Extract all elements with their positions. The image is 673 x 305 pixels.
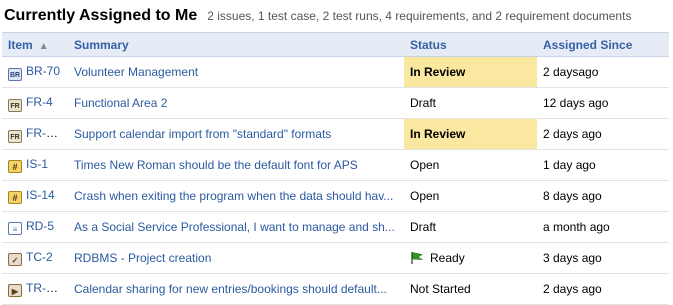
issue-icon: # bbox=[8, 191, 22, 204]
column-header-assigned-since-label: Assigned Since bbox=[543, 37, 633, 52]
item-link[interactable]: FR-4 bbox=[26, 95, 53, 109]
table-row: # IS-1 Times New Roman should be the defa… bbox=[2, 149, 669, 181]
status-cell: Open bbox=[404, 149, 537, 181]
summary-link[interactable]: Support calendar import from "standard" … bbox=[74, 127, 331, 141]
ready-flag-icon bbox=[411, 252, 424, 264]
test-case-icon: ✓ bbox=[8, 253, 22, 266]
status-label: Ready bbox=[430, 251, 465, 265]
sort-ascending-icon: ▲ bbox=[38, 40, 49, 52]
column-header-assigned-since[interactable]: Assigned Since bbox=[537, 32, 669, 57]
requirement-icon: FR bbox=[8, 98, 22, 112]
requirement-document-icon: BR bbox=[8, 67, 22, 81]
status-cell: In Review bbox=[404, 56, 537, 88]
widget-title: Currently Assigned to Me bbox=[4, 7, 198, 24]
summary-link[interactable]: Functional Area 2 bbox=[74, 96, 167, 110]
assigned-since-cell: 3 days ago bbox=[537, 242, 669, 274]
summary-link[interactable]: RDBMS - Project creation bbox=[74, 251, 211, 265]
test-run-icon: ▶ bbox=[8, 284, 22, 297]
widget-summary: 2 issues, 1 test case, 2 test runs, 4 re… bbox=[207, 9, 632, 23]
summary-link[interactable]: Times New Roman should be the default fo… bbox=[74, 158, 358, 172]
requirement-document-icon: ≡ bbox=[8, 222, 22, 235]
item-link[interactable]: RD-5 bbox=[26, 219, 54, 233]
column-header-status-label: Status bbox=[410, 37, 447, 52]
item-link[interactable]: FR-1... bbox=[26, 126, 63, 140]
assigned-since-cell: a month ago bbox=[537, 211, 669, 243]
table-row: FR FR-4 Functional Area 2 Draft 12 days a… bbox=[2, 87, 669, 119]
column-header-item-label: Item bbox=[8, 37, 33, 52]
item-link[interactable]: TC-2 bbox=[26, 250, 53, 264]
assigned-since-cell: 2 days ago bbox=[537, 118, 669, 150]
summary-link[interactable]: As a Social Service Professional, I want… bbox=[74, 220, 395, 234]
table-row: BR BR-70 Volunteer Management In Review 2… bbox=[2, 56, 669, 88]
widget-header: Currently Assigned to Me 2 issues, 1 tes… bbox=[0, 0, 673, 32]
status-cell: Ready bbox=[404, 242, 537, 274]
item-link[interactable]: TR-1... bbox=[26, 281, 63, 295]
assigned-since-cell: 1 day ago bbox=[537, 149, 669, 181]
assigned-since-cell: 8 days ago bbox=[537, 180, 669, 212]
table-row: FR FR-1... Support calendar import from "… bbox=[2, 118, 669, 150]
summary-link[interactable]: Crash when exiting the program when the … bbox=[74, 189, 393, 203]
column-header-summary[interactable]: Summary bbox=[68, 32, 404, 57]
table-row: # IS-14 Crash when exiting the program wh… bbox=[2, 180, 669, 212]
table-row: ✓ TC-2 RDBMS - Project creation Ready 3 d… bbox=[2, 242, 669, 274]
table-row: ≡ RD-5 As a Social Service Professional, … bbox=[2, 211, 669, 243]
status-cell: In Review bbox=[404, 118, 537, 150]
assigned-items-table: Item ▲ Summary Status Assigned Since BR BR… bbox=[2, 32, 669, 305]
column-header-status[interactable]: Status bbox=[404, 32, 537, 57]
item-link[interactable]: BR-70 bbox=[26, 64, 60, 78]
column-header-summary-label: Summary bbox=[74, 37, 129, 52]
item-link[interactable]: IS-1 bbox=[26, 157, 48, 171]
status-cell: Draft bbox=[404, 211, 537, 243]
table-header-row: Item ▲ Summary Status Assigned Since bbox=[2, 32, 669, 57]
assigned-since-cell: 2 daysago bbox=[537, 56, 669, 88]
column-header-item[interactable]: Item ▲ bbox=[2, 32, 68, 57]
summary-link[interactable]: Calendar sharing for new entries/booking… bbox=[74, 282, 387, 296]
summary-link[interactable]: Volunteer Management bbox=[74, 65, 198, 79]
issue-icon: # bbox=[8, 160, 22, 173]
requirement-icon: FR bbox=[8, 129, 22, 143]
assigned-since-cell: 12 days ago bbox=[537, 87, 669, 119]
item-link[interactable]: IS-14 bbox=[26, 188, 55, 202]
status-cell: Open bbox=[404, 180, 537, 212]
status-cell: Draft bbox=[404, 87, 537, 119]
